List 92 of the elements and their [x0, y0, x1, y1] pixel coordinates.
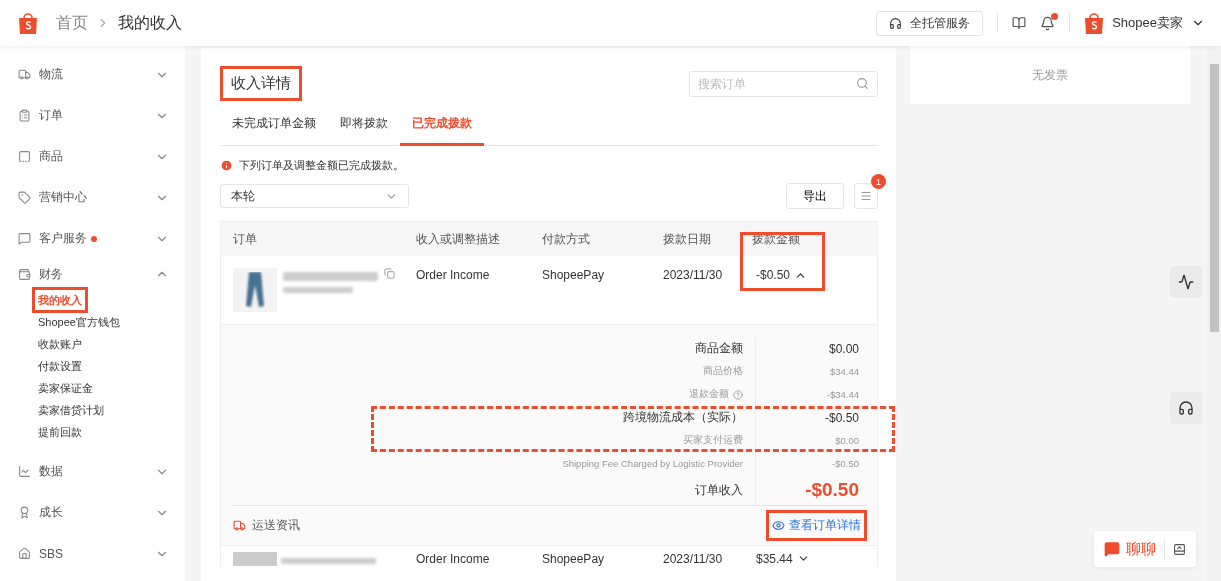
menu-icon [860, 190, 872, 202]
panel-title: 收入详情 [220, 66, 302, 101]
list-menu-button[interactable] [854, 183, 878, 209]
sidebar-item[interactable]: 营销中心 [18, 177, 185, 218]
shopping-bag-logo-icon[interactable] [1084, 12, 1105, 34]
table-cell-text: Order Income [415, 550, 491, 567]
scrollbar[interactable] [1207, 48, 1221, 581]
bell-button[interactable] [1040, 15, 1056, 31]
view-order-details-link[interactable]: 查看订单详情 [766, 510, 867, 541]
breakdown-value: -$34.44 [825, 388, 859, 402]
breakdown-label: 退款金额 [221, 383, 756, 406]
support-button[interactable] [1170, 392, 1202, 424]
column-header: 订单 [221, 222, 404, 256]
tab[interactable]: 未完成订单金额 [220, 103, 328, 146]
period-select[interactable]: 本轮 [220, 184, 409, 208]
table-cell-text: 2023/11/30 [662, 550, 724, 567]
sidebar-item[interactable]: 订单 [18, 95, 185, 136]
breakdown-value: $0.00 [834, 434, 859, 448]
sidebar-subitem[interactable]: Shopee官方钱包 [34, 311, 124, 333]
scrollbar-thumb[interactable] [1209, 64, 1219, 332]
breakdown-value: -$0.50 [804, 478, 859, 502]
breakdown-value: $34.44 [828, 365, 859, 379]
breakdown-value: -$0.50 [831, 457, 859, 471]
column-header: 拨款日期 [651, 222, 740, 256]
house-icon [18, 547, 31, 560]
tag-icon [18, 191, 31, 204]
tab[interactable]: 已完成拨款 [400, 103, 484, 146]
sidebar-item[interactable]: 成长 [18, 492, 185, 533]
product-thumbnail [233, 551, 277, 566]
truck-icon [233, 519, 246, 532]
sidebar-item[interactable]: 客户服务 [18, 218, 185, 259]
sidebar-subitem[interactable]: 卖家借贷计划 [34, 399, 108, 421]
sidebar-item[interactable]: 财务 [18, 259, 185, 289]
notice-text: 下列订单及调整金额已完成拨款。 [239, 158, 404, 173]
box-icon [18, 150, 31, 163]
sidebar-subitem[interactable]: 卖家保证金 [34, 377, 97, 399]
service-button[interactable]: 全托管服务 [876, 10, 984, 36]
table-cell-text: 2023/11/30 [662, 267, 724, 284]
breakdown-label: Shipping Fee Charged by Logistic Provider [221, 452, 756, 475]
book-icon[interactable] [1012, 16, 1027, 30]
sidebar-subitem[interactable]: 付款设置 [34, 355, 86, 377]
eye-icon [772, 519, 785, 532]
account-menu[interactable]: Shopee卖家 [1084, 12, 1205, 34]
sidebar-item[interactable]: 物流 [18, 54, 185, 95]
truck-icon [18, 68, 31, 81]
chat-icon [1104, 541, 1120, 557]
count-badge: 1 [871, 174, 886, 189]
bell-icon [1040, 15, 1056, 31]
search-icon [856, 77, 869, 90]
info-icon [220, 159, 233, 172]
product-thumbnail [233, 268, 277, 312]
pulse-icon [1178, 274, 1194, 290]
shipping-info-label: 运送资讯 [252, 517, 300, 534]
copy-icon[interactable] [384, 268, 395, 279]
sidebar-item[interactable]: SBS [18, 533, 185, 574]
amount-toggle[interactable]: $35.44 [756, 551, 810, 566]
breakdown-label: 跨境物流成本（实际） [221, 406, 756, 429]
activity-button[interactable] [1170, 266, 1202, 298]
medal-icon [18, 506, 31, 519]
breakdown-value: -$0.50 [823, 409, 859, 427]
breadcrumb-link[interactable]: 首页 [56, 12, 88, 34]
message-icon [18, 232, 31, 245]
breakdown-label: 商品价格 [221, 360, 756, 383]
column-header: 收入或调整描述 [404, 222, 530, 256]
wallet-icon [18, 267, 31, 281]
sidebar-subitem[interactable]: 我的收入 [34, 289, 86, 311]
line-chart-icon [18, 465, 31, 478]
sidebar-item[interactable]: 商品 [18, 136, 185, 177]
breadcrumb-current: 我的收入 [118, 12, 182, 33]
search-field[interactable]: 搜索订单 [689, 70, 878, 97]
breakdown-label: 买家支付运费 [221, 429, 756, 452]
sidebar-subitem[interactable]: 收款账户 [34, 333, 86, 355]
notification-dot [1051, 12, 1059, 20]
notification-dot [91, 235, 97, 242]
clipboard-icon [18, 109, 31, 122]
table-cell-text: ShopeePay [541, 267, 606, 284]
tab[interactable]: 即将拨款 [328, 103, 400, 146]
amount-toggle[interactable]: -$0.50 [756, 268, 808, 282]
column-header: 付款方式 [530, 222, 651, 256]
sidebar-subitem[interactable]: 提前回款 [34, 421, 86, 443]
shopping-bag-logo-icon[interactable] [18, 12, 38, 34]
export-button[interactable]: 导出 [786, 183, 844, 209]
breakdown-label: 商品金额 [221, 337, 756, 360]
sidebar-item[interactable]: 数据 [18, 451, 185, 492]
minimize-icon[interactable] [1173, 542, 1186, 556]
table-cell-text: Order Income [415, 267, 491, 284]
table-cell-text: ShopeePay [541, 550, 606, 567]
chat-button[interactable]: 聊聊 [1104, 539, 1156, 559]
headset-icon [1178, 400, 1194, 416]
breakdown-value: $0.00 [827, 340, 859, 358]
headset-icon [889, 16, 903, 30]
empty-invoice-text: 无发票 [1032, 66, 1068, 84]
